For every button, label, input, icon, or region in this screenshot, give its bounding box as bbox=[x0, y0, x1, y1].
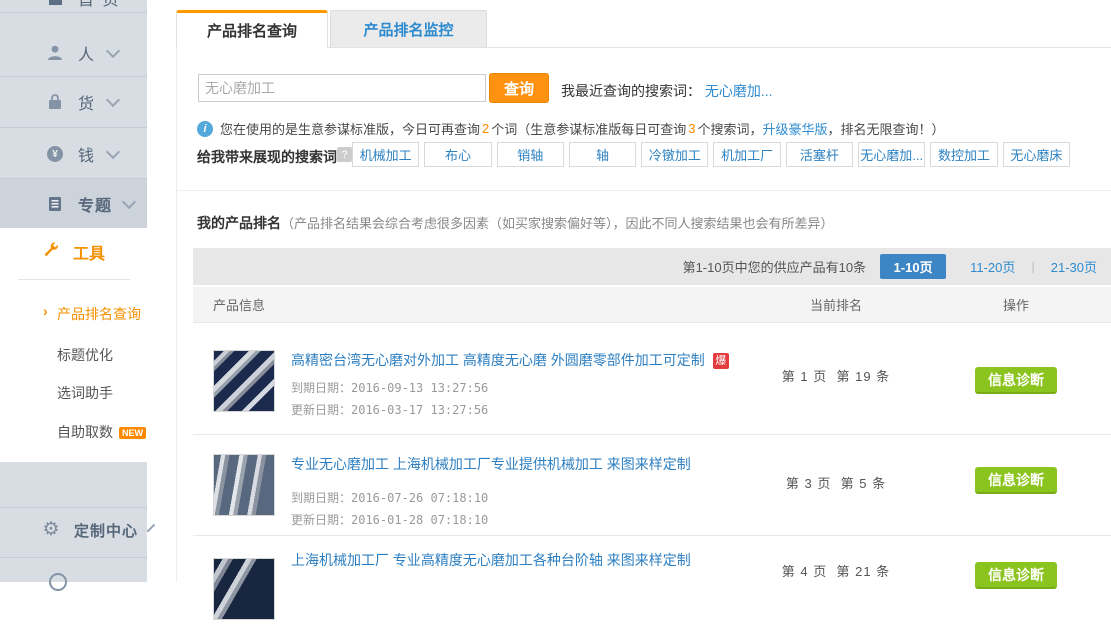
chevron-right-icon: › bbox=[43, 303, 48, 319]
money-icon: ¥ bbox=[46, 145, 64, 163]
new-badge: NEW bbox=[119, 427, 146, 439]
keyword-button[interactable]: 数控加工 bbox=[930, 142, 997, 167]
gear-icon: ⚙ bbox=[42, 521, 60, 539]
keyword-button[interactable]: 布心 bbox=[424, 142, 491, 167]
sidebar-item-goods[interactable]: 货 bbox=[0, 82, 147, 122]
quota-notice: i 您在使用的是生意参谋标准版，今日可再查询 2 个词（生意参谋标准版每日可查询… bbox=[197, 119, 945, 138]
divider bbox=[0, 507, 147, 508]
query-button[interactable]: 查询 bbox=[489, 73, 549, 103]
expire-date: 到期日期：2016-09-13 13:27:56 bbox=[291, 377, 729, 399]
chevron-down-icon bbox=[147, 524, 155, 532]
keyword-button[interactable]: 销轴 bbox=[497, 142, 564, 167]
sidebar: 首 页 人 货 ¥ 钱 专题 工具 bbox=[0, 0, 147, 582]
product-title-link[interactable]: 上海机械加工厂 专业高精度无心磨加工各种台阶轴 来图来样定制 bbox=[291, 552, 691, 568]
partial-icon bbox=[49, 573, 67, 591]
hot-badge: 爆 bbox=[713, 353, 729, 369]
product-image[interactable] bbox=[213, 350, 275, 412]
sidebar-item-product-rank-query[interactable]: › 产品排名查询 bbox=[0, 304, 147, 324]
update-date: 更新日期：2016-01-28 07:18:10 bbox=[291, 509, 691, 531]
document-icon bbox=[46, 195, 64, 213]
divider bbox=[0, 127, 147, 128]
sidebar-item-custom-center[interactable]: ⚙ 定制中心 bbox=[0, 510, 147, 550]
keywords-label: 给我带来展现的搜索词 bbox=[197, 147, 337, 167]
page-link-11-20[interactable]: 11-20页 bbox=[970, 257, 1015, 276]
tab-product-rank-monitor[interactable]: 产品排名监控 bbox=[330, 10, 487, 47]
keyword-button[interactable]: 机械加工 bbox=[352, 142, 419, 167]
header-current-rank: 当前排名 bbox=[751, 295, 921, 314]
remaining-count: 2 bbox=[480, 121, 491, 136]
product-image[interactable] bbox=[213, 454, 275, 516]
divider bbox=[177, 190, 1111, 191]
chevron-down-icon bbox=[106, 145, 120, 159]
table-header: 产品信息 当前排名 操作 bbox=[193, 285, 1111, 322]
info-icon: i bbox=[197, 121, 213, 137]
divider bbox=[0, 12, 147, 13]
sidebar-item-people[interactable]: 人 bbox=[0, 33, 147, 73]
upgrade-link[interactable]: 升级豪华版 bbox=[763, 119, 828, 138]
sidebar-item-tools[interactable]: 工具 bbox=[0, 240, 147, 264]
keyword-button[interactable]: 机加工厂 bbox=[713, 142, 780, 167]
rank-cell: 第 3 页 第 5 条 bbox=[751, 435, 921, 535]
pagination-bar: 第1-10页中您的供应产品有10条 1-10页 11-20页 | 21-30页 bbox=[193, 248, 1111, 285]
sidebar-item-money[interactable]: ¥ 钱 bbox=[0, 134, 147, 174]
update-date: 更新日期：2016-03-17 13:27:56 bbox=[291, 399, 729, 421]
diagnose-button[interactable]: 信息诊断 bbox=[975, 467, 1057, 494]
keyword-button[interactable]: 冷镦加工 bbox=[641, 142, 708, 167]
section-title: 我的产品排名（产品排名结果会综合考虑很多因素（如买家搜索偏好等），因此不同人搜索… bbox=[197, 213, 834, 233]
recent-search-link[interactable]: 无心磨加... bbox=[705, 83, 773, 99]
table-row: 上海机械加工厂 专业高精度无心磨加工各种台阶轴 来图来样定制 第 4 页 第 2… bbox=[193, 535, 1111, 635]
product-image[interactable] bbox=[213, 558, 275, 620]
keyword-button[interactable]: 无心磨床 bbox=[1003, 142, 1070, 167]
help-icon[interactable]: ? bbox=[337, 147, 352, 162]
page-link-21-30[interactable]: 21-30页 bbox=[1051, 257, 1097, 276]
page-button-1-10[interactable]: 1-10页 bbox=[880, 254, 946, 279]
divider bbox=[0, 557, 147, 558]
table-row: 高精密台湾无心磨对外加工 高精度无心磨 外圆磨零部件加工可定制爆 到期日期：20… bbox=[193, 322, 1111, 434]
chevron-down-icon bbox=[106, 44, 120, 58]
bag-icon bbox=[46, 93, 64, 111]
sidebar-item-title-optimize[interactable]: 标题优化 bbox=[0, 345, 147, 365]
keyword-button[interactable]: 无心磨加... bbox=[858, 142, 925, 167]
search-input[interactable] bbox=[198, 74, 486, 102]
keyword-button[interactable]: 轴 bbox=[569, 142, 636, 167]
divider bbox=[0, 76, 147, 77]
sidebar-item-topics[interactable]: 专题 bbox=[0, 184, 147, 224]
sidebar-item-label: 首 页 bbox=[78, 0, 120, 10]
diagnose-button[interactable]: 信息诊断 bbox=[975, 367, 1057, 394]
sidebar-item-self-data[interactable]: 自助取数NEW bbox=[0, 422, 147, 442]
keyword-button[interactable]: 活塞杆 bbox=[786, 142, 853, 167]
home-icon bbox=[46, 0, 64, 7]
chevron-down-icon bbox=[106, 93, 120, 107]
rank-table: 第1-10页中您的供应产品有10条 1-10页 11-20页 | 21-30页 … bbox=[193, 248, 1111, 635]
header-action: 操作 bbox=[921, 295, 1111, 314]
sidebar-item-label: 钱 bbox=[78, 142, 96, 166]
sidebar-item-word-helper[interactable]: 选词助手 bbox=[0, 383, 147, 403]
divider bbox=[18, 279, 130, 280]
rank-cell: 第 4 页 第 21 条 bbox=[751, 536, 921, 635]
sidebar-item-label: 专题 bbox=[78, 192, 112, 216]
table-row: 专业无心磨加工 上海机械加工厂专业提供机械加工 来图来样定制 到期日期：2016… bbox=[193, 434, 1111, 535]
product-title-link[interactable]: 专业无心磨加工 上海机械加工厂专业提供机械加工 来图来样定制 bbox=[291, 456, 691, 472]
sidebar-item-label: 货 bbox=[78, 90, 96, 114]
recent-search: 我最近查询的搜索词： 无心磨加... bbox=[561, 81, 773, 101]
section-note: （产品排名结果会综合考虑很多因素（如买家搜索偏好等），因此不同人搜索结果也会有所… bbox=[281, 216, 834, 231]
keywords-row: 机械加工 布心 销轴 轴 冷镦加工 机加工厂 活塞杆 无心磨加... 数控加工 … bbox=[352, 142, 1070, 167]
sidebar-item-label: 定制中心 bbox=[74, 520, 138, 541]
chevron-down-icon bbox=[122, 195, 136, 209]
tab-product-rank-query[interactable]: 产品排名查询 bbox=[176, 10, 328, 48]
sidebar-item-home[interactable]: 首 页 bbox=[0, 0, 147, 10]
wrench-icon bbox=[42, 240, 61, 264]
sidebar-item-label: 工具 bbox=[73, 240, 105, 264]
header-product-info: 产品信息 bbox=[193, 295, 751, 314]
daily-quota: 3 bbox=[686, 121, 697, 136]
expire-date: 到期日期：2016-07-26 07:18:10 bbox=[291, 487, 691, 509]
sidebar-item-label: 人 bbox=[78, 41, 96, 65]
rank-cell: 第 1 页 第 19 条 bbox=[751, 323, 921, 434]
product-title-link[interactable]: 高精密台湾无心磨对外加工 高精度无心磨 外圆磨零部件加工可定制 bbox=[291, 352, 705, 368]
pagination-separator: | bbox=[1031, 259, 1034, 274]
diagnose-button[interactable]: 信息诊断 bbox=[975, 562, 1057, 589]
content-left-border bbox=[176, 47, 177, 582]
person-icon bbox=[46, 44, 64, 62]
pagination-summary: 第1-10页中您的供应产品有10条 bbox=[683, 257, 866, 276]
